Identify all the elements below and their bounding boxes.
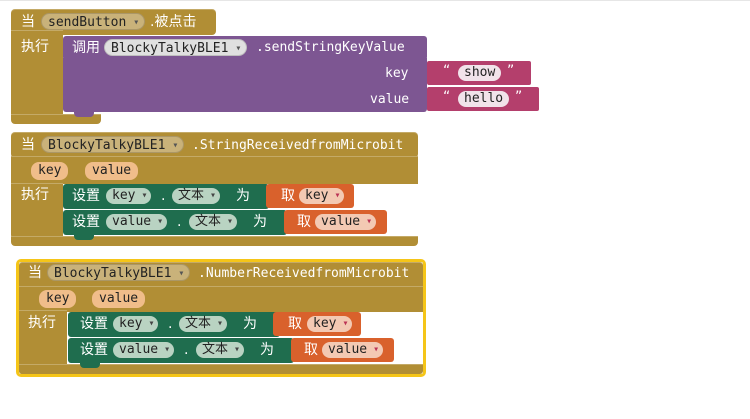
to-label: 为 xyxy=(236,188,250,204)
dot-label: . xyxy=(168,316,173,332)
get-variable-dropdown[interactable]: value xyxy=(315,214,377,230)
do-label: 执行 xyxy=(21,39,49,55)
quote-open-icon: “ xyxy=(443,89,451,105)
to-label: 为 xyxy=(243,316,257,332)
to-label: 为 xyxy=(260,342,274,358)
event-name: .被点击 xyxy=(150,14,197,30)
set-label: 设置 xyxy=(72,188,100,204)
event-name: .NumberReceivedfromMicrobit xyxy=(198,266,410,281)
dot-label: . xyxy=(184,342,189,358)
param-value-label: value xyxy=(370,92,410,107)
call-label: 调用 xyxy=(72,40,100,56)
event-name: .StringReceivedfromMicrobit xyxy=(192,138,404,153)
quote-close-icon: ” xyxy=(515,89,523,105)
component-dropdown[interactable]: BlockyTalkyBLE1 xyxy=(47,264,191,282)
method-name: .sendStringKeyValue xyxy=(256,40,405,55)
set-label: 设置 xyxy=(72,214,100,230)
property-dropdown[interactable]: 文本 xyxy=(179,316,228,332)
do-label: 执行 xyxy=(28,315,56,331)
set-label: 设置 xyxy=(80,316,108,332)
call-block-notch xyxy=(74,111,94,117)
component-dropdown[interactable]: sendButton xyxy=(41,13,146,31)
when-label: 当 xyxy=(28,265,42,281)
property-dropdown[interactable]: 文本 xyxy=(196,342,245,358)
get-variable-dropdown[interactable]: key xyxy=(307,316,353,332)
set-block-notch xyxy=(74,234,94,240)
get-label: 取 xyxy=(281,188,295,204)
set-target-dropdown[interactable]: value xyxy=(113,342,175,358)
get-variable-dropdown[interactable]: value xyxy=(322,342,384,358)
quote-close-icon: ” xyxy=(507,63,515,79)
set-target-dropdown[interactable]: value xyxy=(106,214,168,230)
property-dropdown[interactable]: 文本 xyxy=(172,188,221,204)
param-value[interactable]: value xyxy=(85,162,139,180)
top-border xyxy=(0,0,750,1)
dot-label: . xyxy=(161,188,166,204)
event-block-params-row xyxy=(19,286,423,312)
dot-label: . xyxy=(177,214,182,230)
quote-open-icon: “ xyxy=(443,63,451,79)
get-label: 取 xyxy=(297,214,311,230)
text-value-show[interactable]: show xyxy=(458,65,502,81)
event-block-params-row xyxy=(11,156,418,184)
component-dropdown[interactable]: BlockyTalkyBLE1 xyxy=(41,136,185,154)
param-key[interactable]: key xyxy=(31,162,69,180)
param-value[interactable]: value xyxy=(92,290,146,308)
event-block-bottom xyxy=(11,236,418,246)
do-label: 执行 xyxy=(21,187,49,203)
call-component-dropdown[interactable]: BlockyTalkyBLE1 xyxy=(104,39,248,57)
get-label: 取 xyxy=(288,316,302,332)
param-key[interactable]: key xyxy=(39,290,77,308)
set-label: 设置 xyxy=(80,342,108,358)
property-dropdown[interactable]: 文本 xyxy=(189,214,238,230)
set-target-dropdown[interactable]: key xyxy=(106,188,152,204)
when-label: 当 xyxy=(21,137,35,153)
param-key-label: key xyxy=(385,66,409,81)
when-label: 当 xyxy=(21,14,35,30)
get-variable-dropdown[interactable]: key xyxy=(299,188,345,204)
text-value-hello[interactable]: hello xyxy=(458,91,510,107)
set-block-notch xyxy=(80,362,100,368)
to-label: 为 xyxy=(253,214,267,230)
get-label: 取 xyxy=(304,342,318,358)
set-target-dropdown[interactable]: key xyxy=(113,316,159,332)
